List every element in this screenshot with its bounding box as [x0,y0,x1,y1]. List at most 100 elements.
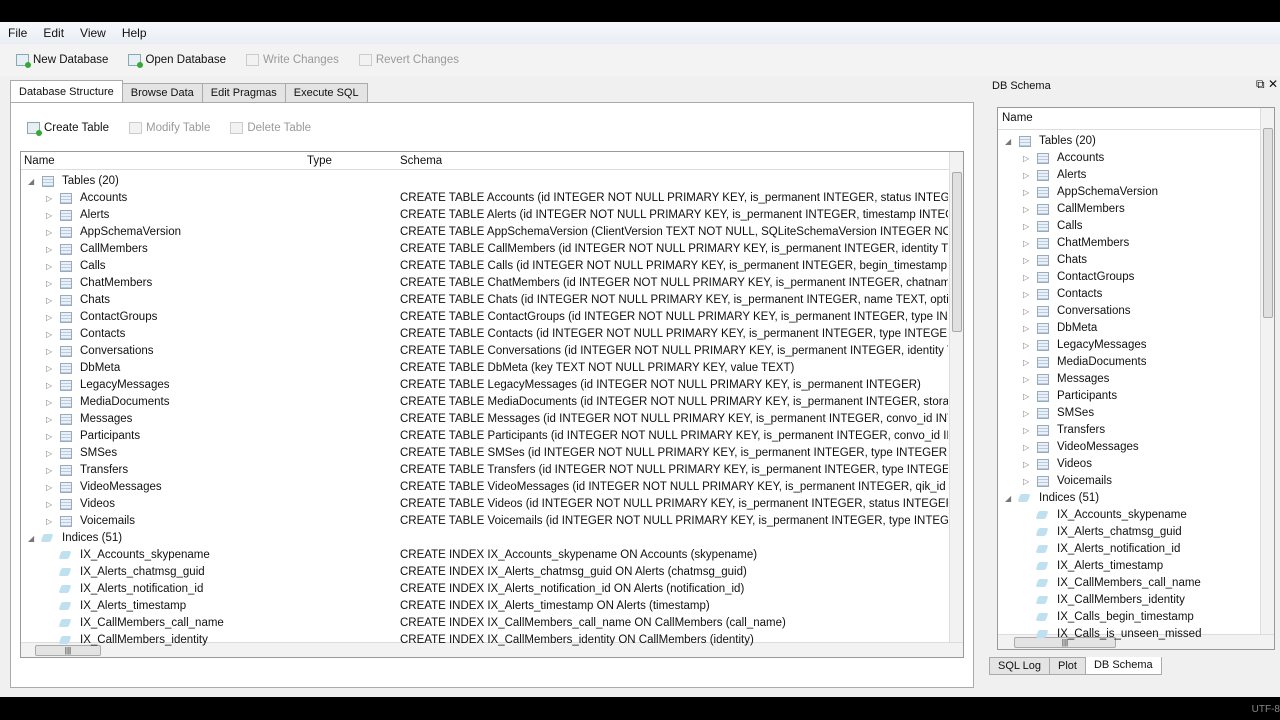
menu-edit[interactable]: Edit [43,26,64,40]
dock-table-row[interactable]: ▷ Messages [998,371,1260,388]
table-row[interactable]: ▷ ContactGroups CREATE TABLE ContactGroups… [21,309,951,326]
scroll-thumb[interactable] [1263,128,1273,318]
expand-arrow-icon[interactable]: ▷ [46,428,52,445]
delete-table-button[interactable]: Delete Table [230,122,311,134]
expand-arrow-icon[interactable]: ▷ [1023,269,1029,286]
expand-arrow-icon[interactable]: ▷ [46,224,52,241]
expand-arrow-icon[interactable]: ▷ [1023,456,1029,473]
table-row[interactable]: ▷ AppSchemaVersion CREATE TABLE AppSchemaV… [21,224,951,241]
new-database-button[interactable]: New Database [16,54,108,68]
table-row[interactable]: ▷ Chats CREATE TABLE Chats (id INTEGER NOT… [21,292,951,309]
index-row[interactable]: IX_Alerts_timestamp CREATE INDEX IX_Alert… [21,598,951,615]
dock-index-row[interactable]: IX_Accounts_skypename [998,507,1260,524]
dock-table-row[interactable]: ▷ DbMeta [998,320,1260,337]
dock-table-row[interactable]: ▷ SMSes [998,405,1260,422]
expand-arrow-icon[interactable]: ▷ [46,309,52,326]
table-row[interactable]: ▷ Calls CREATE TABLE Calls (id INTEGER NOT… [21,258,951,275]
dock-table-row[interactable]: ▷ Voicemails [998,473,1260,490]
table-row[interactable]: ▷ DbMeta CREATE TABLE DbMeta (key TEXT NOT… [21,360,951,377]
expand-arrow-icon[interactable]: ▷ [1023,337,1029,354]
table-row[interactable]: ▷ Voicemails CREATE TABLE Voicemails (id I… [21,513,951,530]
dock-index-row[interactable]: IX_CallMembers_call_name [998,575,1260,592]
expand-arrow-icon[interactable]: ▷ [46,462,52,479]
dock-table-row[interactable]: ▷ Participants [998,388,1260,405]
dock-column-name[interactable]: Name [1002,112,1033,124]
expand-arrow-icon[interactable]: ▷ [1023,303,1029,320]
dock-table-row[interactable]: ▷ Alerts [998,167,1260,184]
dock-index-row[interactable]: IX_Alerts_timestamp [998,558,1260,575]
table-row[interactable]: ▷ Transfers CREATE TABLE Transfers (id INT… [21,462,951,479]
modify-table-button[interactable]: Modify Table [129,122,210,134]
dock-index-row[interactable]: IX_Alerts_notification_id [998,541,1260,558]
index-row[interactable]: IX_CallMembers_call_name CREATE INDEX IX_… [21,615,951,632]
expand-arrow-icon[interactable]: ▷ [1023,167,1029,184]
close-icon[interactable]: ✕ [1268,77,1278,91]
write-changes-button[interactable]: Write Changes [246,54,339,66]
collapse-arrow-icon[interactable]: ◢ [28,530,34,547]
expand-arrow-icon[interactable]: ▷ [1023,252,1029,269]
expand-arrow-icon[interactable]: ▷ [1023,218,1029,235]
dock-index-row[interactable]: IX_Calls_begin_timestamp [998,609,1260,626]
revert-changes-button[interactable]: Revert Changes [358,54,459,66]
tab-execute-sql[interactable]: Execute SQL [284,83,368,103]
float-icon[interactable]: ⧉ [1256,77,1265,91]
expand-arrow-icon[interactable]: ▷ [1023,405,1029,422]
vertical-scrollbar[interactable] [949,152,963,657]
expand-arrow-icon[interactable]: ▷ [1023,422,1029,439]
expand-arrow-icon[interactable]: ▷ [46,445,52,462]
expand-arrow-icon[interactable]: ▷ [46,258,52,275]
expand-arrow-icon[interactable]: ▷ [1023,388,1029,405]
table-row[interactable]: ▷ Videos CREATE TABLE Videos (id INTEGER N… [21,496,951,513]
table-row[interactable]: ▷ LegacyMessages CREATE TABLE LegacyMessag… [21,377,951,394]
tab-browse-data[interactable]: Browse Data [121,83,203,103]
expand-arrow-icon[interactable]: ▷ [46,241,52,258]
tab-database-structure[interactable]: Database Structure [10,80,123,103]
dock-table-row[interactable]: ▷ Videos [998,456,1260,473]
dock-table-row[interactable]: ▷ CallMembers [998,201,1260,218]
expand-arrow-icon[interactable]: ▷ [46,496,52,513]
expand-arrow-icon[interactable]: ▷ [1023,354,1029,371]
expand-arrow-icon[interactable]: ▷ [1023,286,1029,303]
table-row[interactable]: ▷ Contacts CREATE TABLE Contacts (id INTEG… [21,326,951,343]
dock-table-row[interactable]: ▷ ContactGroups [998,269,1260,286]
tab-edit-pragmas[interactable]: Edit Pragmas [201,83,286,103]
collapse-arrow-icon[interactable]: ◢ [28,173,34,190]
dock-table-row[interactable]: ▷ LegacyMessages [998,337,1260,354]
expand-arrow-icon[interactable]: ▷ [46,343,52,360]
tree-group-tables[interactable]: ◢ Tables (20) [21,173,951,190]
dock-table-row[interactable]: ▷ Accounts [998,150,1260,167]
expand-arrow-icon[interactable]: ▷ [46,411,52,428]
expand-arrow-icon[interactable]: ▷ [46,394,52,411]
index-row[interactable]: IX_Alerts_chatmsg_guid CREATE INDEX IX_Al… [21,564,951,581]
dock-index-row[interactable]: IX_CallMembers_identity [998,592,1260,609]
table-row[interactable]: ▷ Accounts CREATE TABLE Accounts (id INTEG… [21,190,951,207]
expand-arrow-icon[interactable]: ▷ [1023,320,1029,337]
tab-plot[interactable]: Plot [1049,657,1086,675]
dock-table-row[interactable]: ▷ ChatMembers [998,235,1260,252]
expand-arrow-icon[interactable]: ▷ [46,275,52,292]
dock-table-row[interactable]: ▷ VideoMessages [998,439,1260,456]
index-row[interactable]: IX_Accounts_skypename CREATE INDEX IX_Acc… [21,547,951,564]
tree-group-indices[interactable]: ◢ Indices (51) [21,530,951,547]
table-row[interactable]: ▷ SMSes CREATE TABLE SMSes (id INTEGER NOT… [21,445,951,462]
table-row[interactable]: ▷ Participants CREATE TABLE Participants (… [21,428,951,445]
expand-arrow-icon[interactable]: ▷ [46,326,52,343]
expand-arrow-icon[interactable]: ▷ [46,377,52,394]
index-row[interactable]: IX_Alerts_notification_id CREATE INDEX IX… [21,581,951,598]
expand-arrow-icon[interactable]: ▷ [1023,150,1029,167]
dock-table-row[interactable]: ▷ Calls [998,218,1260,235]
menu-help[interactable]: Help [122,26,147,40]
dock-table-row[interactable]: ▷ Contacts [998,286,1260,303]
menu-view[interactable]: View [80,26,106,40]
table-row[interactable]: ▷ Conversations CREATE TABLE Conversations… [21,343,951,360]
table-row[interactable]: ▷ MediaDocuments CREATE TABLE MediaDocumen… [21,394,951,411]
expand-arrow-icon[interactable]: ▷ [46,207,52,224]
expand-arrow-icon[interactable]: ▷ [1023,371,1029,388]
column-type[interactable]: Type [307,155,332,167]
menu-file[interactable]: File [8,26,27,40]
collapse-arrow-icon[interactable]: ◢ [1005,133,1011,150]
dock-table-row[interactable]: ▷ Conversations [998,303,1260,320]
dock-group-tables[interactable]: ◢ Tables (20) [998,133,1260,150]
expand-arrow-icon[interactable]: ▷ [1023,439,1029,456]
expand-arrow-icon[interactable]: ▷ [1023,473,1029,490]
